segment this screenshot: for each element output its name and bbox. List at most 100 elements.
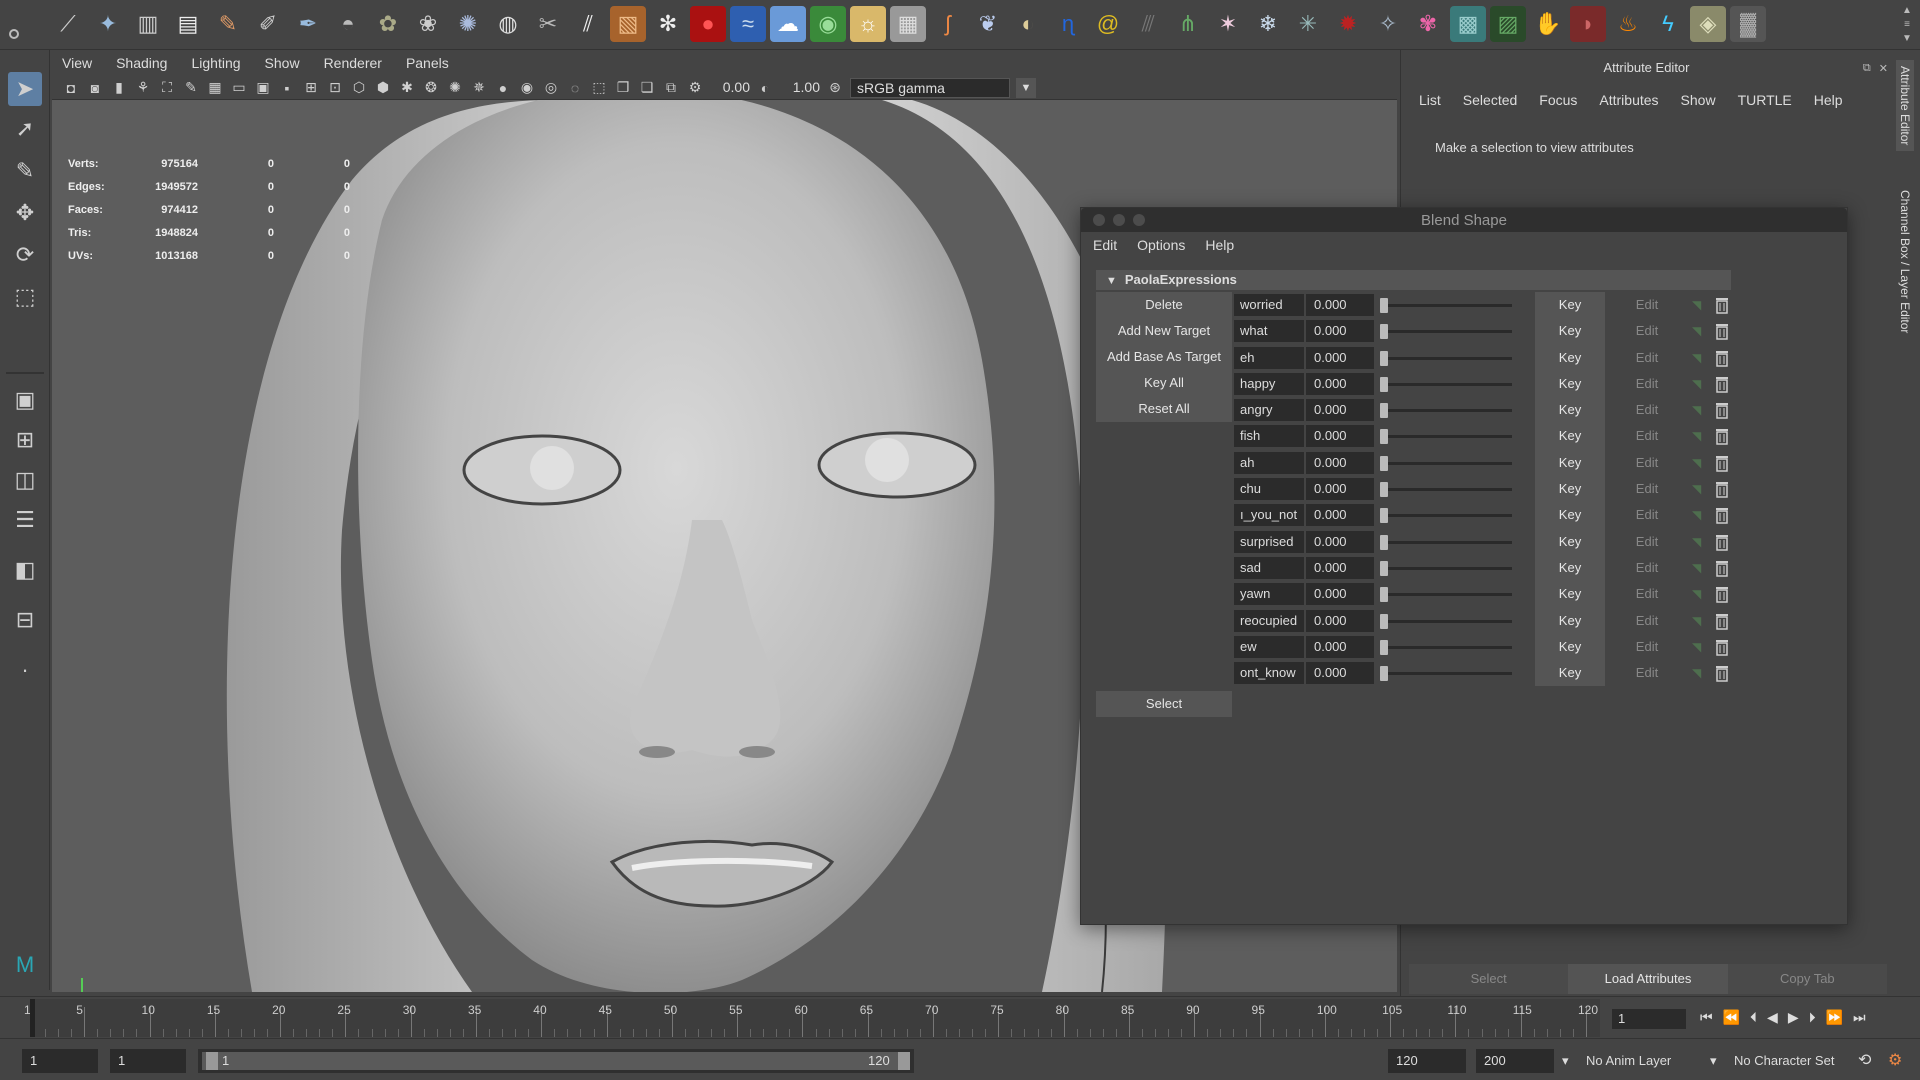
menu-panels[interactable]: Panels (406, 55, 449, 71)
anim-layer-select[interactable]: No Anim Layer (1586, 1049, 1671, 1073)
step-back-key-icon[interactable]: ⏪ (1723, 1009, 1740, 1026)
exposure-field[interactable]: 0.00 (710, 79, 750, 97)
xray-active-icon[interactable]: ⧉ (662, 79, 680, 97)
shelf-scroll[interactable]: ▲ ≡ ▼ (1900, 4, 1914, 46)
isolate-select-icon[interactable]: ⬚ (590, 79, 608, 97)
key-button[interactable]: Key (1535, 318, 1605, 345)
color-management-icon[interactable]: ⊛ (826, 79, 844, 97)
branch-icon[interactable]: ✳ (1290, 6, 1326, 42)
wood-icon[interactable]: ▧ (610, 6, 646, 42)
chevron-down-icon[interactable]: ▼ (1016, 77, 1036, 98)
grass-blades-icon[interactable]: ⋔ (1170, 6, 1206, 42)
camera-attributes-icon[interactable]: ◙ (86, 79, 104, 97)
target-weight-field[interactable]: 0.000 (1306, 609, 1374, 632)
float-icon[interactable]: ⧉ (1863, 62, 1871, 75)
target-weight-slider[interactable] (1380, 619, 1512, 623)
go-to-end-icon[interactable]: ⏭ (1853, 1009, 1866, 1026)
target-weight-field[interactable]: 0.000 (1306, 556, 1374, 579)
target-weight-field[interactable]: 0.000 (1306, 294, 1374, 316)
target-weight-field[interactable]: 0.000 (1306, 504, 1374, 527)
target-name-field[interactable]: what (1234, 320, 1304, 343)
paint-brush-icon[interactable]: ✎ (210, 6, 246, 42)
paint-select-icon[interactable]: ✎ (8, 154, 42, 188)
playback-end-field[interactable]: 120 (1388, 1049, 1466, 1073)
gate-mask-icon[interactable]: ▣ (254, 79, 272, 97)
key-button[interactable]: Key (1535, 370, 1605, 398)
film-gate-icon[interactable]: ⛶ (158, 79, 176, 97)
trash-icon[interactable] (1714, 454, 1730, 472)
grid-icon[interactable]: ▦ (206, 79, 224, 97)
edit-button[interactable]: Edit (1612, 425, 1682, 447)
bs-menu-help[interactable]: Help (1205, 237, 1234, 253)
key-all-button[interactable]: Key All (1096, 370, 1232, 396)
single-pane-layout-icon[interactable]: ▣ (8, 383, 42, 417)
load-attributes-button[interactable]: Load Attributes (1568, 964, 1728, 994)
select-button[interactable]: Select (1096, 691, 1232, 717)
target-weight-slider[interactable] (1380, 382, 1512, 386)
slider-handle[interactable] (1380, 508, 1388, 524)
play-forward-icon[interactable]: ▶ (1788, 1009, 1799, 1026)
target-weight-field[interactable]: 0.000 (1306, 635, 1374, 658)
trash-icon[interactable] (1714, 296, 1730, 314)
target-name-field[interactable]: ew (1234, 635, 1304, 658)
reset-all-button[interactable]: Reset All (1096, 396, 1232, 422)
ae-menu-help[interactable]: Help (1814, 92, 1843, 108)
trash-icon[interactable] (1714, 322, 1730, 341)
target-name-field[interactable]: angry (1234, 399, 1304, 422)
end-time-field[interactable]: 200 (1476, 1049, 1554, 1073)
tree-icon[interactable]: ✿ (370, 6, 406, 42)
visibility-icon[interactable]: ◥ (1692, 535, 1706, 549)
edit-button[interactable]: Edit (1612, 373, 1682, 395)
red-blob-icon[interactable]: ● (690, 6, 726, 42)
ae-menu-attributes[interactable]: Attributes (1599, 92, 1658, 108)
slider-handle[interactable] (1380, 613, 1388, 629)
start-time-field[interactable]: 1 (22, 1049, 98, 1073)
edit-button[interactable]: Edit (1612, 347, 1682, 369)
bs-menu-options[interactable]: Options (1137, 237, 1185, 253)
target-weight-slider[interactable] (1380, 672, 1512, 676)
playback-start-field[interactable]: 1 (110, 1049, 186, 1073)
dark-strands-icon[interactable]: ⫻ (1130, 6, 1166, 42)
color-space-select[interactable]: sRGB gamma (850, 77, 1010, 98)
visibility-icon[interactable]: ◥ (1692, 298, 1706, 312)
snow-icon[interactable]: ❄ (1250, 6, 1286, 42)
edit-button[interactable]: Edit (1612, 636, 1682, 658)
key-button[interactable]: Key (1535, 344, 1605, 371)
slider-handle[interactable] (1380, 429, 1388, 445)
trash-icon[interactable] (1714, 480, 1730, 498)
edit-button[interactable]: Edit (1612, 662, 1682, 684)
document-icon[interactable]: ▤ (170, 6, 206, 42)
trash-icon[interactable] (1714, 375, 1730, 393)
ae-menu-selected[interactable]: Selected (1463, 92, 1517, 108)
light-rays-icon[interactable]: ☼ (850, 6, 886, 42)
grease-pencil-icon[interactable]: ✎ (182, 79, 200, 97)
target-weight-slider[interactable] (1380, 645, 1512, 649)
teal-texture-icon[interactable]: ▩ (1450, 6, 1486, 42)
lasso-select-icon[interactable]: ➚ (8, 112, 42, 146)
target-weight-field[interactable]: 0.000 (1306, 478, 1374, 501)
target-weight-field[interactable]: 0.000 (1306, 346, 1374, 369)
particle-tool-icon[interactable]: ✦ (90, 6, 126, 42)
target-weight-slider[interactable] (1380, 488, 1512, 492)
range-fill[interactable] (202, 1052, 910, 1070)
go-to-start-icon[interactable]: ⏮ (1700, 1009, 1713, 1026)
target-weight-field[interactable]: 0.000 (1306, 425, 1374, 448)
target-weight-slider[interactable] (1380, 593, 1512, 597)
menu-shading[interactable]: Shading (116, 55, 167, 71)
grass-icon[interactable]: ✺ (450, 6, 486, 42)
red-leaf-icon[interactable]: ◗ (1570, 6, 1606, 42)
outliner-layout-icon[interactable]: ☰ (8, 503, 42, 537)
target-name-field[interactable]: ı_you_not (1234, 504, 1304, 527)
field-chart-icon[interactable]: ▪ (278, 79, 296, 97)
tab-channel-box[interactable]: Channel Box / Layer Editor (1896, 184, 1914, 339)
trash-icon[interactable] (1714, 349, 1730, 367)
trash-icon[interactable] (1714, 585, 1730, 604)
green-swirl-icon[interactable]: ◉ (810, 6, 846, 42)
slider-handle[interactable] (1380, 376, 1388, 392)
menu-renderer[interactable]: Renderer (324, 55, 382, 71)
tab-attribute-editor[interactable]: Attribute Editor (1896, 60, 1914, 152)
target-name-field[interactable]: sad (1234, 556, 1304, 579)
stroke-icon[interactable]: ✒ (290, 6, 326, 42)
edit-button[interactable]: Edit (1612, 320, 1682, 342)
preferences-icon[interactable]: ⚙ (1888, 1049, 1902, 1073)
